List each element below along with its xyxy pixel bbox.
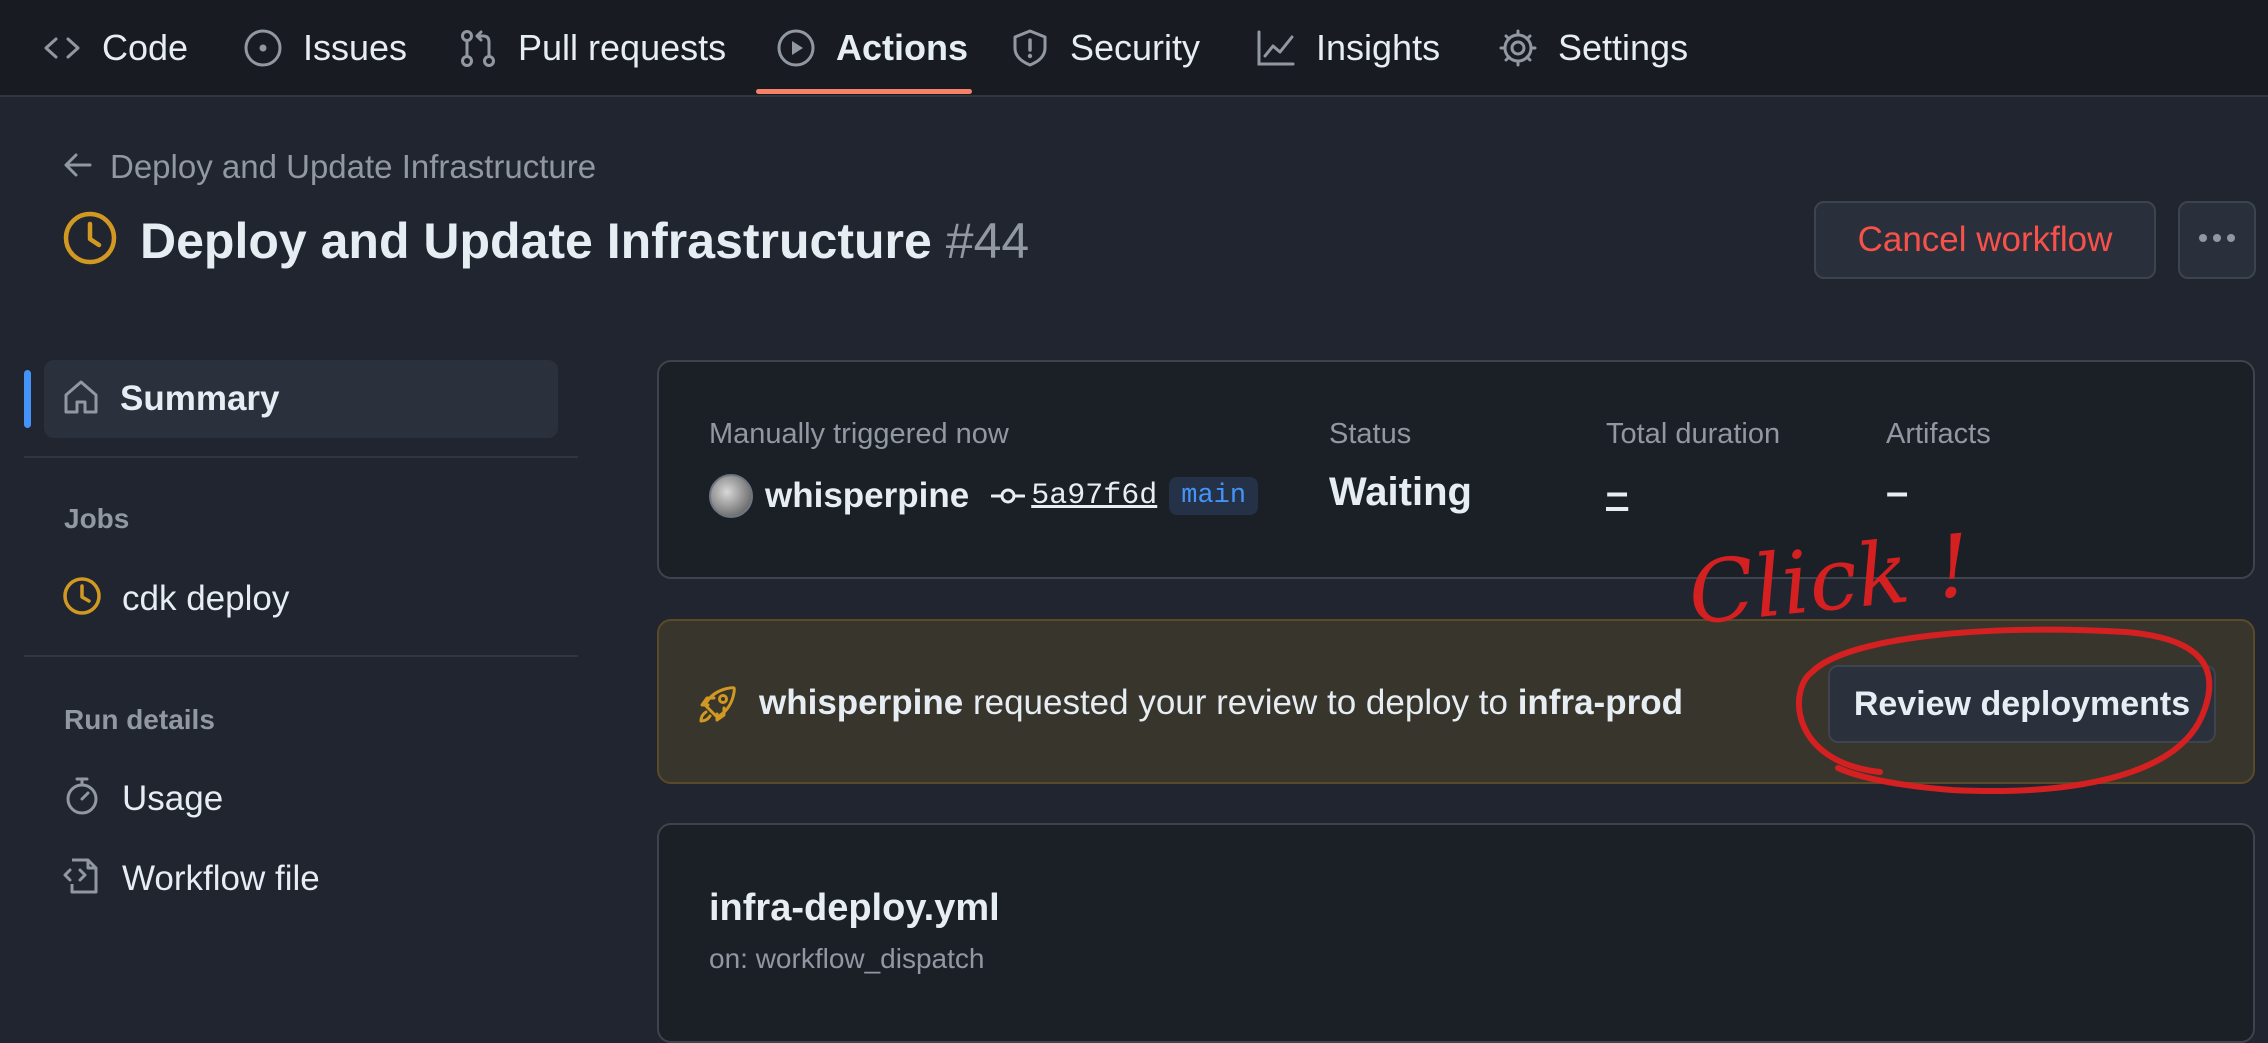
sidebar-divider [24,655,578,657]
avatar[interactable] [709,474,753,518]
tab-pull-requests-label: Pull requests [518,26,727,68]
tab-security[interactable]: Security [1010,0,1200,95]
tab-code-label: Code [102,26,189,68]
more-options-button[interactable] [2178,201,2256,279]
shield-icon [1010,28,1050,68]
tab-insights-label: Insights [1316,26,1441,68]
tab-settings-label: Settings [1558,26,1689,68]
git-commit-icon [991,486,1026,506]
summary-active-indicator [24,370,31,428]
duration-value[interactable]: – [1606,470,1628,515]
tab-actions-label: Actions [836,26,969,68]
page-title: Deploy and Update Infrastructure [140,212,932,269]
artifacts-value: – [1886,470,1909,514]
back-link[interactable]: Deploy and Update Infrastructure [62,148,596,186]
gear-icon [1498,28,1538,68]
clock-icon [62,210,118,271]
sidebar-item-cdk-deploy-label: cdk deploy [122,578,290,618]
jobs-heading: Jobs [64,503,130,534]
file-code-icon [62,856,102,901]
sidebar-item-workflow-file-label: Workflow file [122,858,320,898]
tab-security-label: Security [1070,26,1201,68]
trigger-label: Manually triggered now [709,418,1009,450]
sidebar-divider [24,456,578,458]
tab-insights[interactable]: Insights [1256,0,1440,95]
run-title: Deploy and Update Infrastructure #44 [62,210,1029,271]
stopwatch-icon [62,776,102,821]
status-label: Status [1329,418,1412,450]
tab-settings[interactable]: Settings [1498,0,1688,95]
run-details-heading: Run details [64,704,215,735]
actor-link[interactable]: whisperpine [765,476,969,516]
branch-badge[interactable]: main [1169,477,1259,515]
workflow-graph-card: infra-deploy.yml on: workflow_dispatch [657,823,2255,1043]
git-pull-request-icon [458,28,498,68]
clock-icon [62,576,102,621]
sidebar-item-usage-label: Usage [122,778,224,818]
requester-name[interactable]: whisperpine [759,683,963,722]
rocket-icon [697,683,739,730]
issue-opened-icon [243,28,283,68]
sidebar-item-workflow-file[interactable]: Workflow file [62,856,320,901]
environment-name: infra-prod [1517,683,1683,722]
status-value: Waiting [1329,470,1472,514]
kebab-horizontal-icon [2197,231,2237,249]
artifacts-label: Artifacts [1886,418,1991,450]
review-request-text: whisperpine requested your review to dep… [759,683,1683,723]
trigger-details: whisperpine 5a97f6d main [709,474,1259,518]
back-link-label: Deploy and Update Infrastructure [110,148,597,185]
workflow-trigger: on: workflow_dispatch [709,943,985,974]
run-summary-card: Manually triggered now whisperpine 5a97f… [657,360,2255,579]
play-icon [776,28,816,68]
home-icon [62,378,100,421]
tab-pull-requests[interactable]: Pull requests [458,0,726,95]
cancel-workflow-button[interactable]: Cancel workflow [1814,201,2156,279]
review-message: requested your review to deploy to [963,683,1518,722]
review-request-banner: whisperpine requested your review to dep… [657,619,2255,784]
tab-code[interactable]: Code [42,0,188,95]
duration-label: Total duration [1606,418,1781,450]
code-icon [42,28,82,68]
tab-actions[interactable]: Actions [776,0,968,95]
repo-nav: Code Issues Pull requests Actions Securi… [0,0,2268,97]
review-deployments-button[interactable]: Review deployments [1828,665,2216,743]
commit-link[interactable]: 5a97f6d [1031,479,1157,513]
sidebar-item-usage[interactable]: Usage [62,776,223,821]
workflow-file-name[interactable]: infra-deploy.yml [709,887,1000,930]
run-number: #44 [945,212,1030,269]
sidebar-item-cdk-deploy[interactable]: cdk deploy [62,576,289,621]
tab-issues-label: Issues [303,26,408,68]
arrow-left-icon [62,149,94,186]
graph-icon [1256,28,1296,68]
sidebar-item-summary-label: Summary [120,379,280,418]
sidebar-item-summary[interactable]: Summary [44,360,558,438]
active-tab-underline [756,89,972,94]
tab-issues[interactable]: Issues [243,0,407,95]
